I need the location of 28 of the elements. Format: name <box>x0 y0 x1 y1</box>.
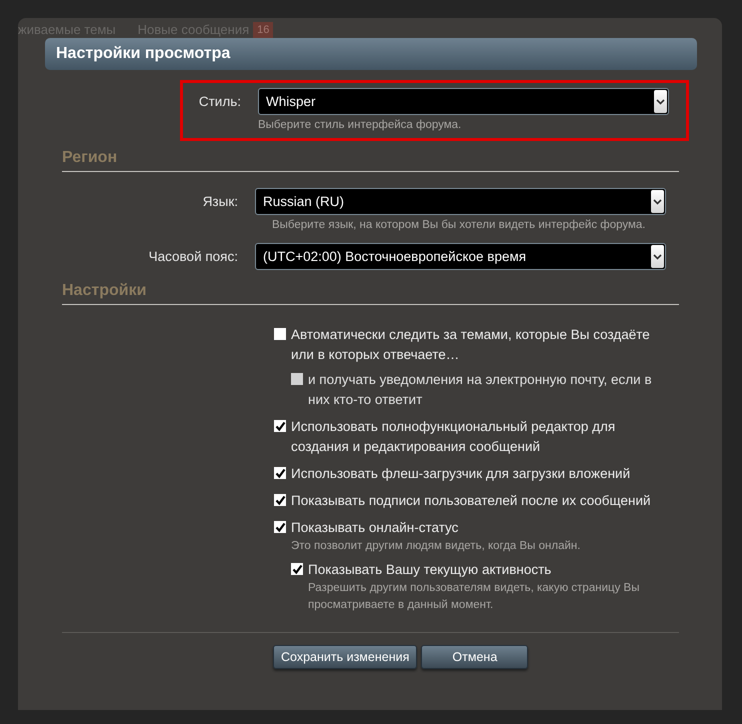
checkbox[interactable] <box>274 467 286 479</box>
checkbox[interactable] <box>274 494 286 506</box>
checkbox-label[interactable]: Использовать полнофункциональный редактор для создания и редактирования сообщений <box>291 417 674 457</box>
dropdown-select[interactable]: Russian (RU) <box>255 188 666 215</box>
count-badge: 16 <box>253 22 274 38</box>
cancel-button[interactable]: Отмена <box>421 645 528 669</box>
save-button[interactable]: Сохранить изменения <box>273 645 418 669</box>
section-heading: Регион <box>62 149 679 172</box>
option-hint: Это позволит другим людям видеть, когда Вы онлайн. <box>291 539 582 554</box>
checkbox-label[interactable]: Показывать Вашу текущую активность <box>308 560 674 580</box>
checkbox[interactable] <box>291 563 303 575</box>
checkbox-label[interactable]: Автоматически следить за темами, которые Вы создаёте или в которых отвечаете… <box>291 325 674 365</box>
dialog-title: Настройки просмотра <box>56 45 230 63</box>
checkbox-label[interactable]: Использовать флеш-загрузчик для загрузки вложений <box>291 464 674 484</box>
field-hint: Выберите стиль интерфейса форума. <box>258 119 462 131</box>
field-label: Часовой пояс: <box>148 249 239 264</box>
checkbox[interactable] <box>274 328 286 340</box>
option-hint: Разрешить другим пользователям видеть, какую страницу Вы просматриваете в данный момент. <box>308 581 640 613</box>
checkbox[interactable] <box>274 420 286 432</box>
dropdown-select[interactable]: (UTC+02:00) Восточноевропейское время <box>255 243 666 270</box>
section-heading: Настройки <box>62 282 679 305</box>
checkbox-label[interactable]: Показывать онлайн-статус <box>291 518 674 538</box>
style-select[interactable]: Whisper <box>258 88 669 115</box>
field-label: Стиль: <box>198 94 242 109</box>
checkbox-label[interactable]: Показывать подписи пользователей после их сообщений <box>291 491 674 511</box>
field-hint: Выберите язык, на котором Вы бы хотели видеть интерфейс форума. <box>272 219 647 231</box>
field-label: Язык: <box>202 194 239 209</box>
checkbox[interactable] <box>274 521 286 533</box>
